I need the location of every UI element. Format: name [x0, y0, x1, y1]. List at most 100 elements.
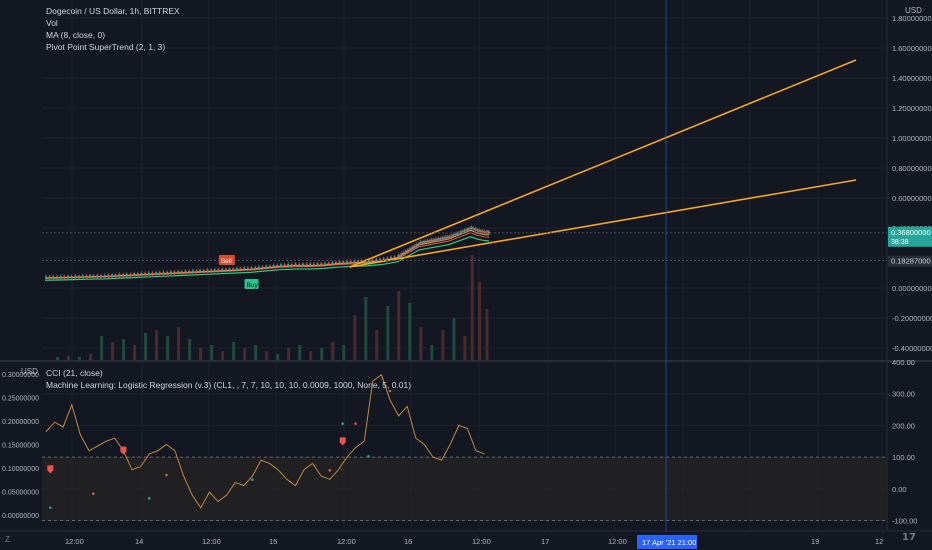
- ml-signal-dot: [147, 497, 151, 500]
- candle: [417, 243, 420, 246]
- candle: [155, 272, 158, 275]
- symbol-title[interactable]: Dogecoin / US Dollar, 1h, BITTREX: [46, 5, 180, 17]
- candle: [437, 238, 440, 241]
- volume-bar: [441, 330, 445, 360]
- candle: [382, 258, 385, 261]
- candle: [459, 231, 462, 234]
- volume-bar: [221, 351, 225, 360]
- time-axis-tick: 12:00: [472, 537, 491, 546]
- candle: [415, 244, 418, 247]
- candle: [162, 271, 165, 274]
- candle: [404, 250, 407, 253]
- zoom-reset-button[interactable]: Z: [5, 535, 10, 544]
- candle: [74, 275, 77, 278]
- candle: [144, 273, 147, 275]
- candle: [410, 247, 413, 250]
- candle: [423, 241, 426, 244]
- candle: [428, 240, 431, 243]
- currency-label-lower[interactable]: USD: [21, 367, 38, 376]
- candle: [268, 265, 271, 268]
- candle: [70, 275, 73, 278]
- vol-legend[interactable]: Vol: [46, 17, 180, 29]
- candle: [199, 269, 202, 273]
- candle: [432, 239, 435, 242]
- candle: [426, 240, 429, 243]
- candle: [118, 274, 121, 277]
- candle: [85, 275, 88, 278]
- price-axis-tick: 1.00000000: [892, 134, 932, 143]
- volume-bar: [485, 309, 489, 360]
- candle: [305, 263, 308, 266]
- price-axis-tick: 1.80000000: [892, 14, 932, 23]
- ml-axis-tick: 0.20000000: [2, 419, 39, 426]
- candle: [276, 264, 279, 267]
- time-axis-tick: 19: [811, 537, 819, 546]
- candle: [213, 269, 216, 272]
- current-price-value: 0.36800000: [891, 228, 931, 237]
- candle: [424, 240, 427, 243]
- candle: [107, 274, 110, 277]
- candle: [452, 234, 455, 237]
- candle: [446, 236, 449, 239]
- candle: [217, 269, 220, 272]
- ml-legend[interactable]: Machine Learning: Logistic Regression (v…: [46, 379, 411, 391]
- candle: [188, 270, 191, 273]
- candle: [476, 229, 479, 232]
- volume-bar: [430, 345, 434, 360]
- cci-axis-tick: 100.00: [892, 453, 915, 462]
- candle: [334, 261, 337, 264]
- candle: [454, 233, 457, 236]
- candle: [488, 231, 491, 234]
- candle: [78, 275, 81, 278]
- supertrend-legend[interactable]: Pivot Point SuperTrend (2, 1, 3): [46, 41, 180, 53]
- candle: [122, 274, 125, 276]
- cci-axis-tick: -100.00: [892, 516, 917, 525]
- candle: [184, 270, 187, 273]
- volume-bar: [309, 351, 313, 360]
- candle: [129, 273, 132, 276]
- candle: [439, 237, 442, 240]
- candle: [298, 263, 301, 266]
- candle: [92, 275, 95, 278]
- price-axis-tick: -0.40000000: [892, 344, 932, 353]
- candle: [470, 226, 473, 229]
- candle: [400, 253, 403, 256]
- ml-signal-dot: [251, 478, 254, 481]
- volume-bar: [166, 336, 170, 360]
- candle: [151, 272, 154, 275]
- volume-bar: [298, 345, 302, 360]
- candle: [412, 246, 414, 249]
- candle: [472, 227, 475, 230]
- candle: [169, 271, 172, 274]
- candle: [96, 274, 99, 278]
- ml-signal-dot: [367, 455, 370, 458]
- volume-bar: [144, 333, 148, 360]
- candle: [232, 268, 235, 271]
- candle: [191, 270, 194, 273]
- candle: [221, 268, 224, 271]
- price-axis-tick: 1.60000000: [892, 44, 932, 53]
- chart-canvas[interactable]: 1.80000000 1.60000000 1.40000000 1.20000000…: [0, 0, 932, 550]
- ml-sell-marker: [120, 446, 127, 455]
- candle: [287, 263, 290, 267]
- candle: [448, 235, 451, 238]
- chart-legend: Dogecoin / US Dollar, 1h, BITTREX Vol MA…: [46, 5, 180, 53]
- candle: [140, 272, 143, 276]
- volume-bar: [478, 282, 482, 360]
- candle: [283, 264, 286, 267]
- candle: [441, 237, 444, 240]
- candle: [419, 241, 422, 244]
- ml-signal-dot: [354, 422, 357, 425]
- currency-label[interactable]: USD: [905, 6, 922, 15]
- ml-axis-tick: 0.15000000: [2, 443, 39, 450]
- volume-bar: [375, 330, 379, 360]
- time-axis-tick: 16: [404, 537, 412, 546]
- candle: [397, 255, 400, 258]
- candle: [133, 273, 136, 276]
- candle: [479, 230, 482, 233]
- ma-legend[interactable]: MA (8, close, 0): [46, 29, 180, 41]
- candle: [206, 269, 209, 272]
- volume-bar: [67, 355, 71, 360]
- price-axis-tick: 1.40000000: [892, 74, 932, 83]
- cci-legend[interactable]: CCI (21, close): [46, 367, 411, 379]
